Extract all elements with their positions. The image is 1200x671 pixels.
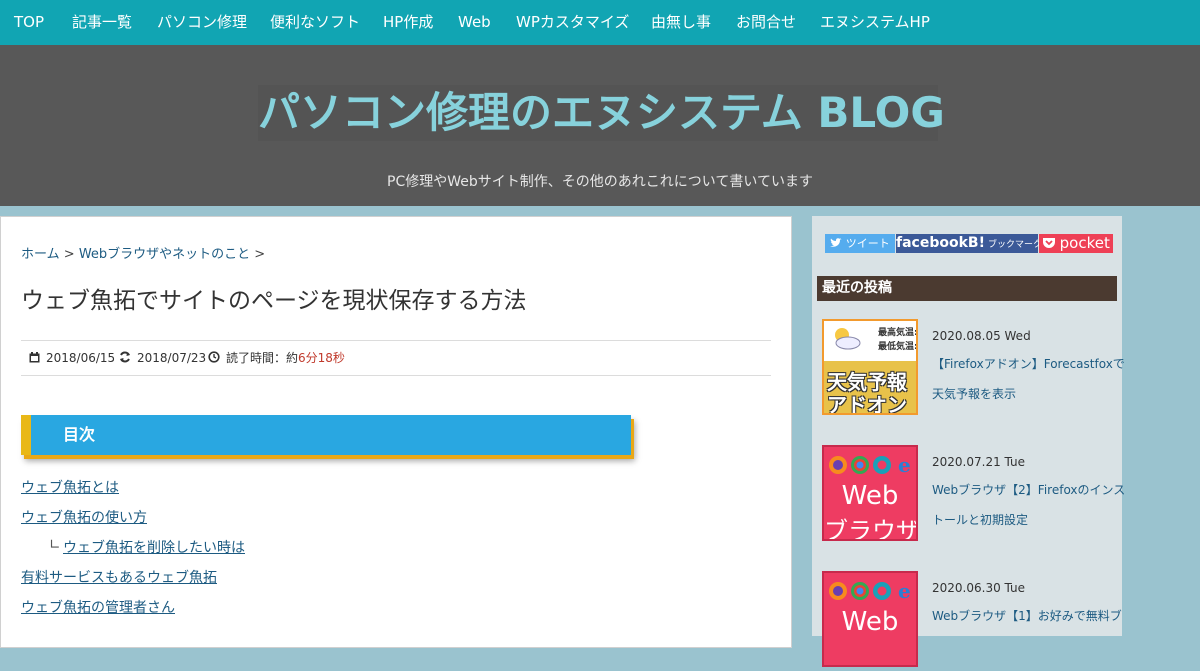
svg-text:e: e (898, 579, 911, 603)
sidebar: ツイート facebookB! ブックマーク pocket 最近の投稿 最高気温:… (812, 216, 1125, 667)
clock-icon (208, 351, 220, 363)
published-date: 2018/06/15 (29, 341, 115, 375)
tweet-button[interactable]: ツイート (825, 234, 895, 253)
pocket-button[interactable]: pocket (1039, 234, 1113, 253)
post-thumbnail[interactable]: e Web (822, 571, 918, 667)
nav-item-pc-repair[interactable]: パソコン修理 (157, 0, 247, 45)
recent-post: e Web 2020.06.30 Tue Webブラウザ【1】お好みで無料ブ (822, 571, 1122, 671)
calendar-icon (29, 352, 40, 363)
toc-heading: 目次 (21, 415, 631, 455)
site-title[interactable]: パソコン修理のエヌシステム BLOG (258, 85, 945, 141)
site-header: パソコン修理のエヌシステム BLOG PC修理やWebサイト制作、その他のあれこ… (0, 45, 1200, 206)
toc-item[interactable]: 有料サービスもあるウェブ魚拓 (21, 567, 217, 587)
nav-item-nsystem[interactable]: エヌシステムHP (820, 0, 930, 45)
breadcrumb: ホーム > Webブラウザやネットのこと > (21, 243, 265, 262)
toc-item[interactable]: ウェブ魚拓を削除したい時は (63, 537, 245, 557)
recent-post: e Web ブラウザ 2020.07.21 Tue Webブラウザ【2】Fire… (822, 445, 1125, 545)
post-link[interactable]: Webブラウザ【2】Firefoxのインストールと初期設定 (932, 475, 1127, 535)
top-nav: TOP 記事一覧 パソコン修理 便利なソフト HP作成 Web WPカスタマイズ… (0, 0, 1200, 45)
nav-item-software[interactable]: 便利なソフト (270, 0, 360, 45)
recent-posts-heading: 最近の投稿 (817, 276, 1117, 301)
browser-icons: e (829, 453, 911, 477)
breadcrumb-category[interactable]: Webブラウザやネットのこと (79, 247, 250, 262)
site-subtitle: PC修理やWebサイト制作、その他のあれこれについて書いています (387, 174, 813, 190)
post-meta: 2018/06/15 2018/07/23 読了時間：約6分18秒 (21, 340, 771, 376)
nav-item-top[interactable]: TOP (14, 0, 44, 45)
nav-item-hp[interactable]: HP作成 (383, 0, 433, 45)
svg-text:e: e (898, 453, 911, 477)
breadcrumb-home[interactable]: ホーム (21, 247, 60, 262)
weather-icon (835, 328, 861, 350)
toc-sub-mark: ∟ (49, 537, 61, 553)
post-link[interactable]: Webブラウザ【1】お好みで無料ブ (932, 601, 1127, 631)
read-time: 読了時間：約6分18秒 (208, 341, 345, 375)
nav-item-wp[interactable]: WPカスタマイズ (516, 0, 629, 45)
post-date: 2020.06.30 Tue (932, 581, 1026, 595)
post-title: ウェブ魚拓でサイトのページを現状保存する方法 (21, 288, 527, 314)
nav-item-contact[interactable]: お問合せ (736, 0, 796, 45)
pocket-icon (1043, 238, 1056, 248)
post-thumbnail[interactable]: 最高気温: 最低気温: 天気予報 アドオン (822, 319, 918, 415)
article-main: ホーム > Webブラウザやネットのこと > ウェブ魚拓でサイトのページを現状保… (0, 216, 792, 648)
breadcrumb-sep: > (63, 247, 75, 262)
post-date: 2020.07.21 Tue (932, 455, 1026, 469)
toc-item[interactable]: ウェブ魚拓の管理者さん (21, 597, 175, 617)
recent-post: 最高気温: 最低気温: 天気予報 アドオン 2020.08.05 Wed 【Fi… (822, 319, 1125, 419)
twitter-icon (830, 238, 843, 247)
updated-date: 2018/07/23 (119, 341, 206, 375)
nav-item-web[interactable]: Web (458, 0, 491, 45)
nav-item-misc[interactable]: 由無し事 (651, 0, 711, 45)
breadcrumb-sep: > (254, 247, 266, 262)
browser-icons: e (829, 579, 911, 603)
post-thumbnail[interactable]: e Web ブラウザ (822, 445, 918, 541)
post-link[interactable]: 【Firefoxアドオン】Forecastfoxで天気予報を表示 (932, 349, 1127, 409)
post-date: 2020.08.05 Wed (932, 329, 1031, 343)
toc-item[interactable]: ウェブ魚拓の使い方 (21, 507, 147, 527)
nav-item-articles[interactable]: 記事一覧 (72, 0, 132, 45)
hatena-bookmark-button[interactable]: facebookB! ブックマーク (896, 234, 1042, 253)
toc-item[interactable]: ウェブ魚拓とは (21, 477, 119, 497)
refresh-icon (120, 351, 130, 363)
